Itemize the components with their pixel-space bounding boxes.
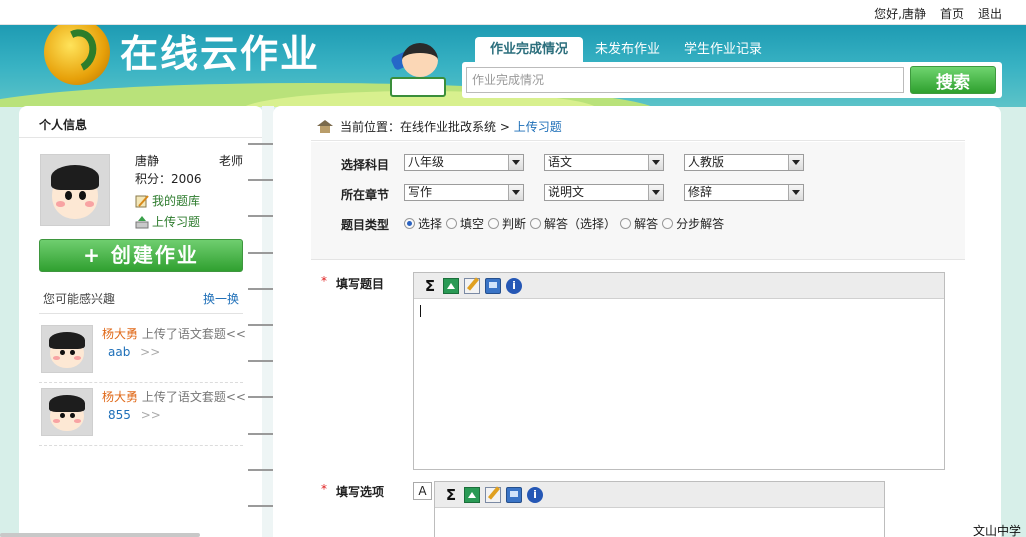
section-select[interactable]: 说明文 [544,184,664,201]
reading-kid-illustration [390,43,446,99]
feed-more-link[interactable]: >> [140,345,160,359]
sidebar-panel: 个人信息 唐静 老师 积分：2006 我的题库 上传习题 + 创建作业 您可能感… [19,106,263,537]
edit-icon[interactable] [485,486,501,503]
list-item: 杨大勇 上传了语文套题<< 855 >> [39,384,246,446]
breadcrumb-separator: > [499,120,510,134]
question-editor[interactable]: Σ i [413,272,945,470]
edit-note-icon [135,194,149,207]
topic-select[interactable]: 修辞 [684,184,804,201]
search-button[interactable]: 搜索 [910,66,996,94]
my-question-bank-link[interactable]: 我的题库 [135,192,200,209]
required-mark: * [321,274,327,288]
formula-icon[interactable]: Σ [443,487,459,503]
header-banner: 在线云作业 作业完成情况 未发布作业 学生作业记录 搜索 [0,25,1026,107]
chevron-down-icon [508,155,523,170]
breadcrumb: 当前位置：在线作业批改系统 > 上传习题 [317,118,562,135]
grade-select[interactable]: 八年级 [404,154,524,171]
feed-user-link[interactable]: 杨大勇 [102,327,138,341]
subject-label: 选择科目 [341,158,390,172]
tab-unpublished-homework[interactable]: 未发布作业 [583,37,672,62]
info-icon[interactable]: i [527,486,543,503]
radio-step-answer[interactable]: 分步解答 [662,215,724,232]
image-upload-icon[interactable] [443,277,459,294]
avatar [41,325,93,373]
logo-icon [44,25,110,85]
logo-text: 在线云作业 [120,32,321,76]
profile-score: 积分：2006 [135,172,202,186]
radio-fill-blank[interactable]: 填空 [446,215,484,232]
chevron-down-icon [788,185,803,200]
radio-choice[interactable]: 选择 [404,215,442,232]
interest-title: 您可能感兴趣 [43,292,116,306]
list-item: 杨大勇 上传了语文套题<< aab >> [39,321,246,383]
option-editor[interactable]: Σ i [434,481,885,537]
radio-answer[interactable]: 解答 [620,215,658,232]
feed-user-link[interactable]: 杨大勇 [102,390,138,404]
home-link[interactable]: 首页 [940,5,964,22]
formula-icon[interactable]: Σ [422,278,438,294]
top-bar: 您好,唐静 首页 退出 [0,0,1026,25]
option-label: 填写选项 [336,485,385,499]
feed-item-link[interactable]: aab [108,345,130,359]
feed-action-text: 上传了语文套题<< [141,390,246,404]
logout-link[interactable]: 退出 [978,5,1002,22]
breadcrumb-prefix: 当前位置： [340,120,401,134]
edit-icon[interactable] [464,277,480,294]
radio-true-false[interactable]: 判断 [488,215,526,232]
refresh-interest-link[interactable]: 换一换 [203,290,239,307]
chevron-down-icon [648,155,663,170]
question-type-radios: 选择 填空 判断 解答（选择） 解答 分步解答 [404,215,728,232]
text-caret [420,305,421,317]
avatar [40,154,110,226]
required-mark: * [321,482,327,496]
chapter-label: 所在章节 [341,188,390,202]
breadcrumb-current[interactable]: 上传习题 [514,120,562,134]
window-icon[interactable] [485,277,501,294]
image-upload-icon[interactable] [464,486,480,503]
feed-more-link[interactable]: >> [141,408,161,422]
sidebar-title: 个人信息 [19,106,263,138]
question-type-label: 题目类型 [341,218,390,232]
chevron-down-icon [508,185,523,200]
my-question-bank-label: 我的题库 [152,194,201,208]
chevron-down-icon [788,155,803,170]
main-panel: 当前位置：在线作业批改系统 > 上传习题 选择科目 八年级 语文 人教版 所在章… [273,106,1001,537]
feed-action-text: 上传了语文套题<< [141,327,246,341]
window-icon[interactable] [506,486,522,503]
question-label: 填写题目 [336,277,385,291]
header-tabs: 作业完成情况 未发布作业 学生作业记录 [475,37,774,62]
feed-item-link[interactable]: 855 [108,408,131,422]
breadcrumb-system-link[interactable]: 在线作业批改系统 [400,120,496,134]
tab-homework-status[interactable]: 作业完成情况 [475,37,584,62]
greeting-text: 您好,唐静 [874,7,926,21]
chapter-select[interactable]: 写作 [404,184,524,201]
info-icon[interactable]: i [506,277,522,294]
avatar [41,388,93,436]
option-editor-toolbar: Σ i [435,482,884,508]
upload-tray-icon [135,215,149,228]
upload-exercise-label: 上传习题 [152,215,201,229]
search-bar: 搜索 [462,62,1002,98]
profile-role: 老师 [219,154,244,168]
radio-answer-choice[interactable]: 解答（选择） [530,215,616,232]
subject-select[interactable]: 语文 [544,154,664,171]
option-letter: A [413,482,432,500]
home-icon [317,120,333,133]
create-homework-button[interactable]: + 创建作业 [39,239,243,272]
horizontal-scrollbar[interactable] [0,533,200,537]
tab-student-records[interactable]: 学生作业记录 [672,37,774,62]
question-editor-toolbar: Σ i [414,273,944,299]
school-name: 文山中学 [973,524,1022,537]
upload-exercise-link[interactable]: 上传习题 [135,213,200,230]
search-input[interactable] [466,67,904,93]
profile-name: 唐静 [135,154,160,168]
chevron-down-icon [648,185,663,200]
edition-select[interactable]: 人教版 [684,154,804,171]
